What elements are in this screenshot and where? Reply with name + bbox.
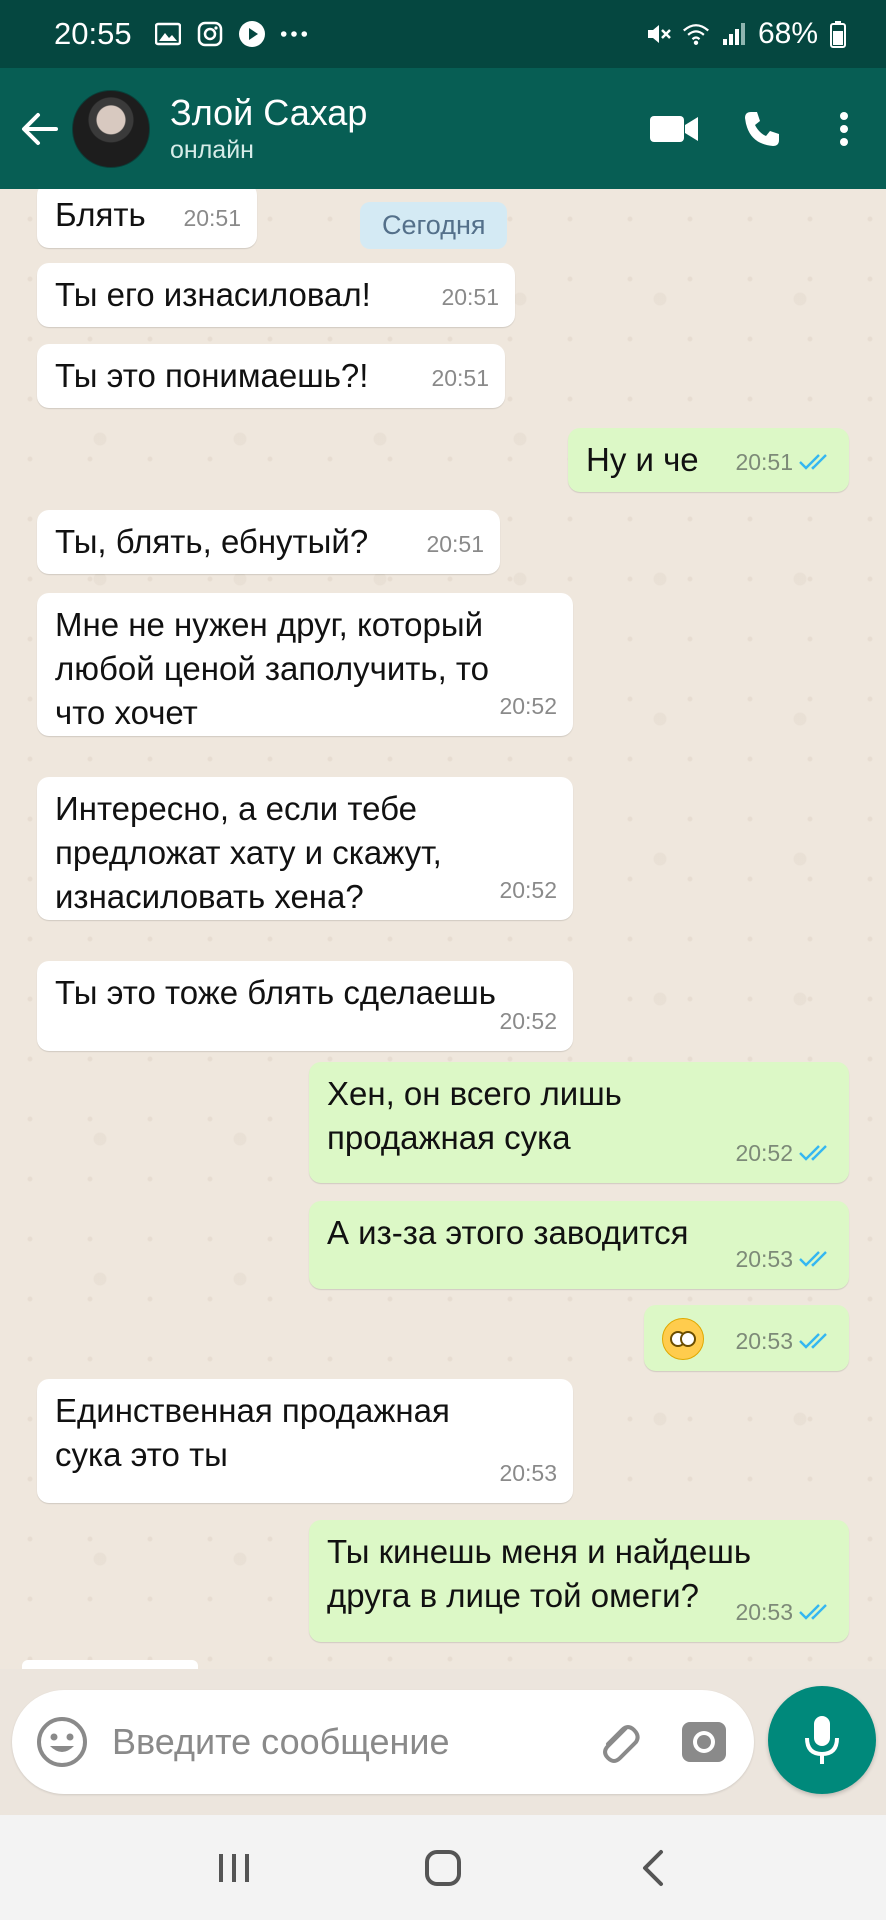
- contact-name: Злой Сахар: [170, 91, 368, 133]
- message-text: Интересно, а если тебе предложат хату и …: [55, 790, 442, 915]
- message-time: 20:51: [735, 449, 793, 475]
- more-options-icon[interactable]: [814, 99, 874, 159]
- system-navigation-bar: [0, 1815, 886, 1920]
- recent-apps-icon[interactable]: [199, 1833, 269, 1903]
- read-receipt-icon: [799, 1250, 833, 1268]
- youtube-icon: [238, 20, 266, 48]
- message-time: 20:51: [426, 531, 484, 557]
- contact-info[interactable]: Злой Сахар онлайн: [170, 92, 367, 166]
- read-receipt-icon: [799, 1603, 833, 1621]
- message-bubble-outgoing[interactable]: Ну и че 20:51: [568, 428, 849, 492]
- message-text: Ты его изнасиловал!: [55, 276, 371, 313]
- message-bubble-incoming[interactable]: Ты его изнасиловал! 20:51: [37, 263, 515, 327]
- message-text: Мне не нужен друг, который любой ценой з…: [55, 606, 490, 731]
- microphone-icon: [805, 1716, 839, 1764]
- camera-icon[interactable]: [676, 1714, 732, 1770]
- battery-icon: [824, 20, 852, 48]
- status-time: 20:55: [54, 16, 132, 51]
- status-indicators: 68%: [644, 17, 862, 51]
- more-notifications-icon: [280, 20, 308, 48]
- signal-icon: [720, 20, 748, 48]
- chat-header: Злой Сахар онлайн: [0, 68, 886, 189]
- message-bubble-outgoing[interactable]: Хен, он всего лишь продажная сука 20:52: [309, 1062, 849, 1183]
- emoji-icon[interactable]: [34, 1714, 90, 1770]
- instagram-icon: [196, 20, 224, 48]
- read-receipt-icon: [799, 1332, 833, 1350]
- message-time: 20:51: [183, 205, 241, 231]
- voice-call-icon[interactable]: [732, 99, 792, 159]
- status-bar: 20:55 68%: [0, 0, 886, 68]
- message-text: Ты это понимаешь?!: [55, 357, 369, 394]
- message-bubble-incoming[interactable]: Ты это понимаешь?! 20:51: [37, 344, 505, 408]
- message-bubble-incoming[interactable]: Блять 20:51: [37, 189, 257, 248]
- message-text: Ты это тоже блять сделаешь: [55, 974, 496, 1011]
- battery-percent: 68%: [757, 17, 818, 50]
- message-bubble-outgoing[interactable]: 20:53: [644, 1305, 849, 1371]
- message-time: 20:52: [735, 1140, 793, 1166]
- back-nav-icon[interactable]: [617, 1833, 687, 1903]
- attach-icon[interactable]: [592, 1714, 648, 1770]
- video-call-icon[interactable]: [644, 99, 704, 159]
- wifi-icon: [682, 20, 710, 48]
- message-bubble-incoming[interactable]: Единственная продажная сука это ты 20:53: [37, 1379, 573, 1503]
- message-bubble-outgoing[interactable]: Ты кинешь меня и найдешь друга в лице то…: [309, 1520, 849, 1642]
- gallery-icon: [154, 20, 182, 48]
- message-bubble-incoming[interactable]: Мне не нужен друг, который любой ценой з…: [37, 593, 573, 736]
- date-divider: Сегодня: [360, 202, 508, 249]
- message-time: 20:51: [441, 284, 499, 310]
- message-time: 20:52: [499, 1008, 557, 1034]
- read-receipt-icon: [799, 453, 833, 471]
- message-bubble-incoming[interactable]: Интересно, а если тебе предложат хату и …: [37, 777, 573, 920]
- message-time: 20:53: [735, 1599, 793, 1625]
- message-time: 20:51: [431, 365, 489, 391]
- message-time: 20:52: [499, 693, 557, 719]
- chat-area[interactable]: Сегодня Блять 20:51 Ты его изнасиловал! …: [0, 189, 886, 1669]
- back-arrow-icon[interactable]: [10, 99, 70, 159]
- message-composer: [12, 1690, 754, 1794]
- partial-message-edge: [22, 1660, 198, 1669]
- read-receipt-icon: [799, 1144, 833, 1162]
- home-icon[interactable]: [408, 1833, 478, 1903]
- contact-status: онлайн: [170, 135, 254, 164]
- avatar[interactable]: [72, 89, 150, 168]
- message-text: Единственная продажная сука это ты: [55, 1392, 450, 1473]
- mute-icon: [644, 20, 672, 48]
- message-time: 20:52: [499, 877, 557, 903]
- message-bubble-incoming[interactable]: Ты, блять, ебнутый? 20:51: [37, 510, 500, 574]
- message-time: 20:53: [735, 1328, 793, 1354]
- rolling-eyes-emoji-icon: [662, 1318, 704, 1361]
- message-text: Ты, блять, ебнутый?: [55, 523, 369, 560]
- voice-record-button[interactable]: [768, 1686, 876, 1794]
- message-input[interactable]: [112, 1712, 592, 1772]
- message-bubble-outgoing[interactable]: А из-за этого заводится 20:53: [309, 1201, 849, 1289]
- message-bubble-incoming[interactable]: Ты это тоже блять сделаешь 20:52: [37, 961, 573, 1051]
- message-time: 20:53: [735, 1246, 793, 1272]
- message-time: 20:53: [499, 1460, 557, 1486]
